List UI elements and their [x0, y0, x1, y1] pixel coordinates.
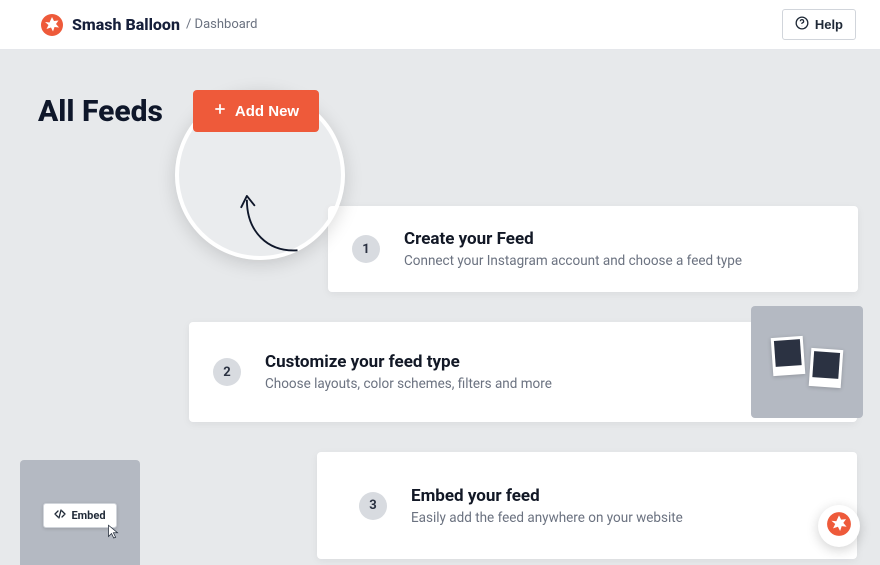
plus-icon [213, 102, 227, 120]
step-card-create: 1 Create your Feed Connect your Instagra… [328, 206, 858, 292]
step-text: Customize your feed type Choose layouts,… [265, 352, 552, 392]
step-desc: Easily add the feed anywhere on your web… [411, 510, 683, 526]
step-text: Create your Feed Connect your Instagram … [404, 229, 742, 269]
embed-illustration: Embed [20, 460, 140, 565]
help-icon [795, 16, 809, 33]
smash-balloon-fab-icon [826, 511, 852, 541]
polaroid-icon [809, 348, 844, 388]
top-bar: Smash Balloon / Dashboard Help [0, 0, 880, 50]
embed-pill: Embed [43, 503, 116, 528]
step-desc: Connect your Instagram account and choos… [404, 253, 742, 269]
step-number: 3 [359, 492, 387, 520]
step-title: Create your Feed [404, 229, 742, 249]
step-card-customize: 2 Customize your feed type Choose layout… [189, 322, 857, 422]
polaroid-icon [771, 336, 806, 376]
smash-balloon-logo-icon [40, 13, 64, 37]
step-number: 2 [213, 358, 241, 386]
add-new-label: Add New [235, 103, 299, 120]
cursor-icon [104, 523, 122, 541]
content-area: All Feeds Add New 1 Create your Feed Con… [0, 50, 880, 565]
onboarding-steps: 1 Create your Feed Connect your Instagra… [173, 206, 858, 559]
step-title: Embed your feed [411, 486, 683, 506]
chat-fab[interactable] [818, 505, 860, 547]
page-title: All Feeds [38, 94, 163, 129]
brand-name: Smash Balloon [72, 15, 180, 34]
step-desc: Choose layouts, color schemes, filters a… [265, 376, 552, 392]
brand: Smash Balloon [40, 13, 180, 37]
embed-pill-label: Embed [71, 509, 105, 522]
help-label: Help [815, 17, 843, 32]
step-title: Customize your feed type [265, 352, 552, 372]
code-icon [54, 509, 66, 522]
step-card-embed: 3 Embed your feed Easily add the feed an… [317, 452, 857, 559]
add-new-button[interactable]: Add New [193, 90, 319, 132]
step-number: 1 [352, 235, 380, 263]
step-text: Embed your feed Easily add the feed anyw… [411, 486, 683, 526]
breadcrumb: / Dashboard [186, 17, 257, 32]
help-button[interactable]: Help [782, 9, 856, 40]
feeds-header: All Feeds Add New [38, 90, 842, 132]
customize-illustration [751, 306, 863, 418]
